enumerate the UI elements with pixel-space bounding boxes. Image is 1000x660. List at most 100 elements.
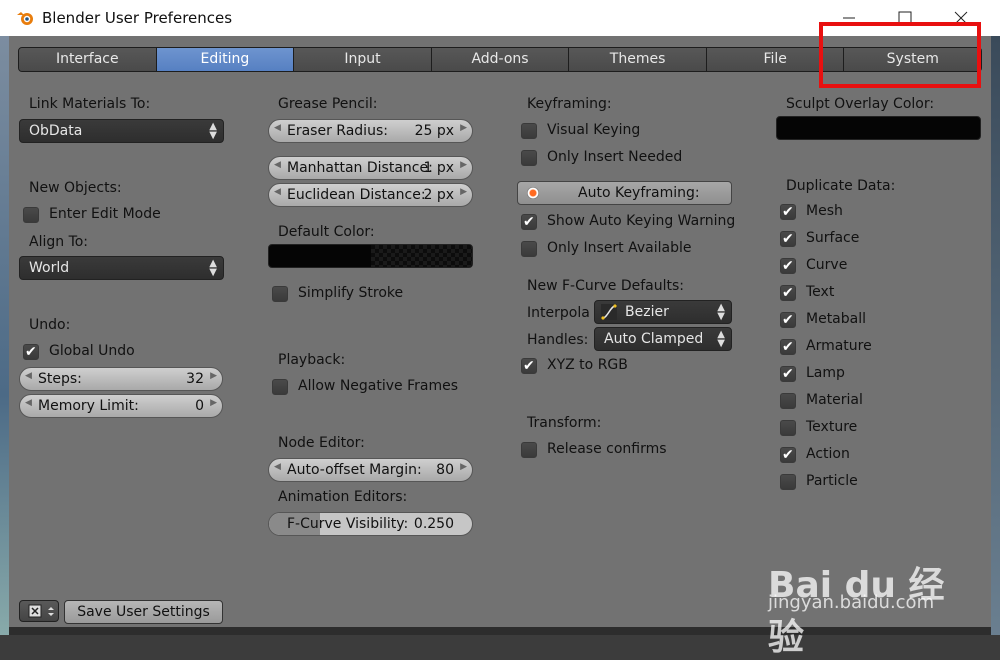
watermark-url: jingyan.baidu.com: [768, 592, 935, 613]
window-title: Blender User Preferences: [42, 9, 233, 27]
checkbox-icon: ✔: [23, 344, 39, 360]
desktop-edge-right: [991, 36, 1000, 635]
eraser-radius-label: Eraser Radius:: [287, 123, 388, 139]
increment-arrow-icon[interactable]: ▶: [210, 398, 217, 408]
highlight-box: [819, 22, 981, 88]
duplicate-item-label: Text: [806, 284, 835, 300]
increment-arrow-icon[interactable]: ▶: [460, 160, 467, 170]
checkbox-icon: [272, 379, 288, 395]
increment-arrow-icon[interactable]: ▶: [460, 123, 467, 133]
duplicate-item-label: Texture: [806, 419, 858, 435]
checkbox-icon: ✔: [521, 358, 537, 374]
alpha-checker: [371, 245, 472, 267]
decrement-arrow-icon[interactable]: ◀: [274, 462, 281, 472]
tab-input[interactable]: Input: [294, 48, 432, 71]
global-undo-label: Global Undo: [49, 343, 135, 359]
undo-label: Undo:: [29, 317, 71, 333]
check-mark-icon: ✔: [782, 339, 794, 355]
decrement-arrow-icon[interactable]: ◀: [25, 371, 32, 381]
increment-arrow-icon[interactable]: ▶: [210, 371, 217, 381]
sculpt-overlay-label: Sculpt Overlay Color:: [786, 96, 935, 112]
link-materials-dropdown[interactable]: ObData ▲ ▼: [19, 119, 224, 143]
increment-arrow-icon[interactable]: ▶: [460, 462, 467, 472]
auto-keyframing-toggle[interactable]: Auto Keyframing:: [517, 181, 732, 205]
tab-themes[interactable]: Themes: [569, 48, 707, 71]
duplicate-item-label: Material: [806, 392, 863, 408]
check-mark-icon: ✔: [782, 231, 794, 247]
decrement-arrow-icon[interactable]: ◀: [274, 123, 281, 133]
euclidean-distance-label: Euclidean Distance:: [287, 187, 426, 203]
checkbox-icon: [780, 420, 796, 436]
fcurve-visibility-value: 0.250: [413, 516, 454, 532]
release-confirms-label: Release confirms: [547, 441, 667, 457]
playback-label: Playback:: [278, 352, 346, 368]
increment-arrow-icon[interactable]: ▶: [460, 187, 467, 197]
align-to-value: World: [29, 260, 70, 276]
handles-value: Auto Clamped: [604, 331, 704, 347]
handles-dropdown[interactable]: Auto Clamped ▲ ▼: [594, 327, 732, 351]
default-color-swatch[interactable]: [268, 244, 473, 268]
checkbox-icon: [780, 393, 796, 409]
auto-keyframing-label: Auto Keyframing:: [578, 185, 700, 201]
tab-addons[interactable]: Add-ons: [431, 48, 570, 71]
checkbox-icon: ✔: [780, 285, 796, 301]
sculpt-overlay-color-swatch[interactable]: [776, 116, 981, 140]
editor-type-button[interactable]: [19, 600, 59, 622]
checkbox-icon: [272, 286, 288, 302]
interpolation-label: Interpola: [527, 305, 590, 321]
check-mark-icon: ✔: [523, 214, 535, 230]
duplicate-item-label: Action: [806, 446, 850, 462]
memory-limit-field[interactable]: ◀ Memory Limit: 0 ▶: [19, 394, 223, 418]
checkbox-icon: [521, 241, 537, 257]
auto-offset-margin-label: Auto-offset Margin:: [287, 462, 422, 478]
updown-arrow-icon: ▲ ▼: [717, 329, 725, 349]
baidu-watermark: Bai du 经验 jingyan.baidu.com: [768, 528, 978, 658]
node-editor-label: Node Editor:: [278, 435, 365, 451]
auto-offset-margin-field[interactable]: ◀ Auto-offset Margin: 80 ▶: [268, 458, 473, 482]
align-to-dropdown[interactable]: World ▲ ▼: [19, 256, 224, 280]
link-materials-value: ObData: [29, 123, 83, 139]
checkbox-icon: [23, 207, 39, 223]
steps-field[interactable]: ◀ Steps: 32 ▶: [19, 367, 223, 391]
duplicate-item-label: Armature: [806, 338, 872, 354]
save-user-settings-button[interactable]: Save User Settings: [64, 600, 223, 624]
check-mark-icon: ✔: [782, 258, 794, 274]
fcurve-visibility-label: F-Curve Visibility:: [287, 516, 409, 532]
default-color-label: Default Color:: [278, 224, 375, 240]
check-mark-icon: ✔: [782, 366, 794, 382]
checkbox-icon: [521, 123, 537, 139]
fcurve-visibility-slider[interactable]: F-Curve Visibility: 0.250: [268, 512, 473, 536]
duplicate-item-label: Surface: [806, 230, 860, 246]
visual-keying-label: Visual Keying: [547, 122, 641, 138]
duplicate-item-label: Curve: [806, 257, 848, 273]
checkbox-icon: ✔: [780, 339, 796, 355]
tab-editing[interactable]: Editing: [156, 48, 295, 71]
only-insert-needed-label: Only Insert Needed: [547, 149, 683, 165]
keyframing-label: Keyframing:: [527, 96, 612, 112]
eraser-radius-field[interactable]: ◀ Eraser Radius: 25 px ▶: [268, 119, 473, 143]
decrement-arrow-icon[interactable]: ◀: [274, 160, 281, 170]
checkbox-icon: ✔: [521, 214, 537, 230]
eraser-radius-value: 25 px: [414, 123, 454, 139]
tab-interface[interactable]: Interface: [19, 48, 157, 71]
euclidean-distance-field[interactable]: ◀ Euclidean Distance: 2 px ▶: [268, 183, 473, 207]
enter-edit-mode-label: Enter Edit Mode: [49, 206, 161, 222]
allow-negative-frames-label: Allow Negative Frames: [298, 378, 459, 394]
checkbox-icon: ✔: [780, 447, 796, 463]
checkbox-icon: [521, 442, 537, 458]
handles-label: Handles:: [527, 332, 589, 348]
interpolation-dropdown[interactable]: Bezier ▲ ▼: [594, 300, 732, 324]
decrement-arrow-icon[interactable]: ◀: [274, 187, 281, 197]
memory-limit-label: Memory Limit:: [38, 398, 139, 414]
checkbox-icon: ✔: [780, 258, 796, 274]
only-insert-available-label: Only Insert Available: [547, 240, 692, 256]
link-materials-label: Link Materials To:: [29, 96, 151, 112]
check-mark-icon: ✔: [523, 358, 535, 374]
decrement-arrow-icon[interactable]: ◀: [25, 398, 32, 408]
manhattan-distance-value: 1 px: [423, 160, 454, 176]
checkbox-icon: [780, 474, 796, 490]
fcurve-defaults-label: New F-Curve Defaults:: [527, 278, 685, 294]
manhattan-distance-field[interactable]: ◀ Manhattan Distance: 1 px ▶: [268, 156, 473, 180]
check-mark-icon: ✔: [25, 344, 37, 360]
duplicate-item-label: Metaball: [806, 311, 867, 327]
